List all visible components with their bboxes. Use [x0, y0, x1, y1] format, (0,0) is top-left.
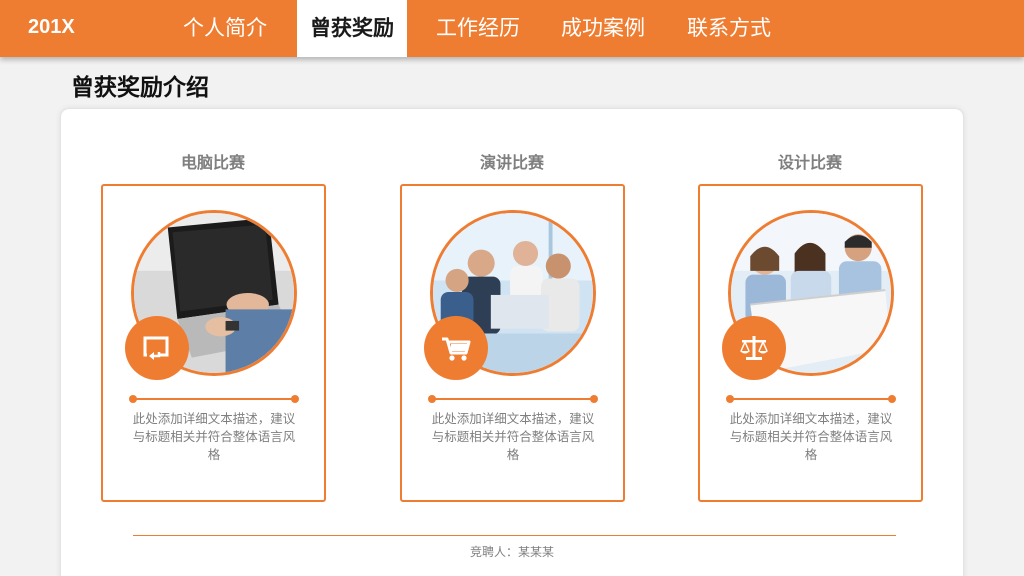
refresh-arrow-icon [125, 316, 189, 380]
shopping-cart-icon [424, 316, 488, 380]
card-title-speech-contest: 演讲比赛 [479, 153, 544, 172]
footer-divider [133, 535, 896, 536]
nav-tab-profile[interactable]: 个人简介 [168, 0, 282, 57]
brand-label: 201X [28, 16, 75, 38]
balance-scale-icon [722, 316, 786, 380]
card-title-design-contest: 设计比赛 [777, 153, 842, 172]
award-card-design: 此处添加详细文本描述，建议与标题相关并符合整体语言风格 [698, 184, 923, 502]
award-card-speech: 此处添加详细文本描述，建议与标题相关并符合整体语言风格 [400, 184, 625, 502]
card-description: 此处添加详细文本描述，建议与标题相关并符合整体语言风格 [729, 411, 893, 462]
timeline-divider [129, 395, 299, 403]
top-nav-bar: 201X 个人简介 曾获奖励 工作经历 成功案例 联系方式 [0, 0, 1024, 57]
page-title: 曾获奖励介绍 [71, 75, 209, 101]
nav-tab-success-cases[interactable]: 成功案例 [547, 0, 659, 57]
nav-tab-awards[interactable]: 曾获奖励 [297, 0, 407, 57]
award-card-computer: 此处添加详细文本描述，建议与标题相关并符合整体语言风格 [101, 184, 326, 502]
timeline-divider [726, 395, 896, 403]
nav-tab-work-experience[interactable]: 工作经历 [422, 0, 534, 57]
card-description: 此处添加详细文本描述，建议与标题相关并符合整体语言风格 [132, 411, 296, 462]
footer-applicant: 竞聘人：某某某 [469, 545, 554, 559]
timeline-divider [428, 395, 598, 403]
card-title-computer-contest: 电脑比赛 [180, 153, 245, 172]
card-description: 此处添加详细文本描述，建议与标题相关并符合整体语言风格 [431, 411, 595, 462]
nav-tab-contact[interactable]: 联系方式 [673, 0, 785, 57]
